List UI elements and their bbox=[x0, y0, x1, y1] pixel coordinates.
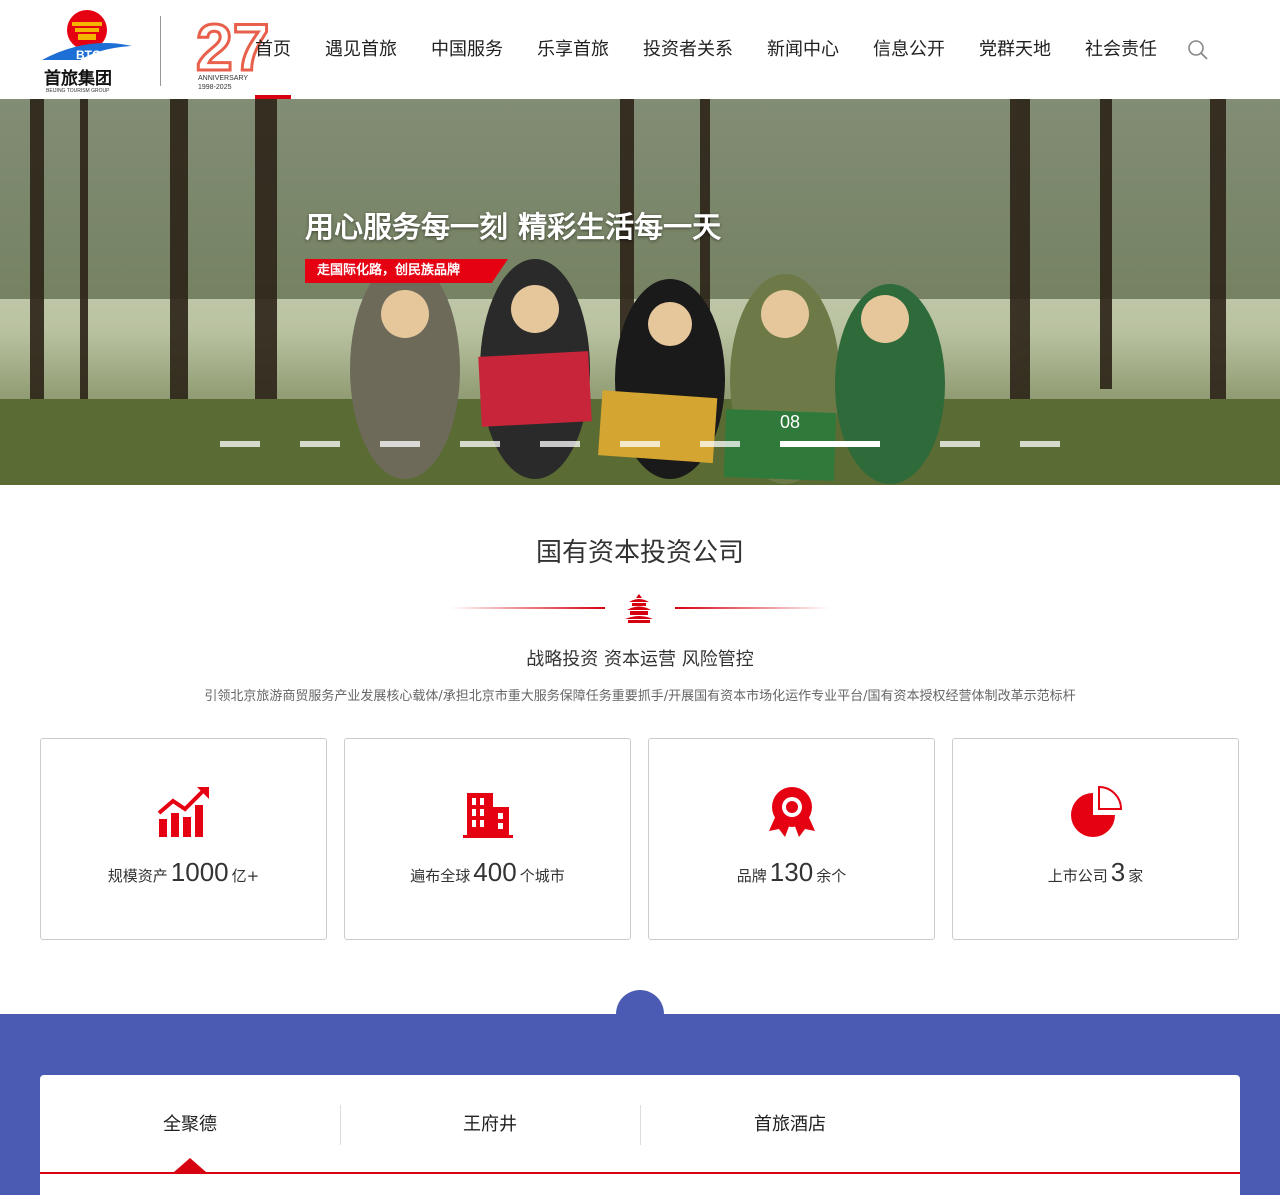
banner-tag: 走国际化路，创民族品牌 bbox=[305, 259, 508, 283]
temple-icon bbox=[623, 592, 655, 624]
stat-value: 1000 bbox=[170, 857, 229, 887]
tab-quanjude[interactable]: 全聚德 bbox=[40, 1105, 340, 1145]
growth-chart-icon bbox=[157, 785, 211, 839]
stat-value: 400 bbox=[473, 857, 517, 887]
stat-prefix: 遍布全球 bbox=[410, 867, 471, 885]
carousel-dot[interactable] bbox=[940, 441, 980, 447]
carousel-dot-active[interactable] bbox=[780, 441, 880, 447]
nav-meet-btg[interactable]: 遇见首旅 bbox=[325, 0, 397, 99]
nav-news-center[interactable]: 新闻中心 bbox=[767, 0, 839, 99]
nav-disclosure[interactable]: 信息公开 bbox=[873, 0, 945, 99]
stat-suffix: 亿+ bbox=[231, 867, 260, 885]
logo-sub: BEIJING TOURISM GROUP bbox=[46, 88, 110, 94]
nav-investor-relations[interactable]: 投资者关系 bbox=[643, 0, 733, 99]
stat-card-cities: 遍布全球 400 个城市 bbox=[344, 738, 631, 940]
title-divider-left bbox=[450, 607, 605, 609]
hero-banner[interactable]: 用心服务每一刻 精彩生活每一天 走国际化路，创民族品牌 08 bbox=[0, 99, 1280, 485]
carousel-dot[interactable] bbox=[620, 441, 660, 447]
anniversary-label: ANNIVERSARY bbox=[198, 75, 249, 82]
pie-chart-icon bbox=[1069, 785, 1123, 839]
stat-card-listed: 上市公司 3 家 bbox=[952, 738, 1239, 940]
search-icon[interactable] bbox=[1187, 39, 1209, 61]
building-icon bbox=[461, 785, 515, 839]
banner-photo bbox=[0, 99, 1280, 485]
banner-headline: 用心服务每一刻 精彩生活每一天 bbox=[305, 210, 722, 244]
award-ribbon-icon bbox=[765, 785, 819, 839]
btg-logo[interactable]: BTG 首旅集团 BEIJING TOURISM GROUP bbox=[40, 8, 135, 94]
stat-prefix: 规模资产 bbox=[107, 867, 168, 885]
main-nav: 首页 遇见首旅 中国服务 乐享首旅 投资者关系 新闻中心 信息公开 党群天地 社… bbox=[255, 0, 1191, 99]
title-divider-right bbox=[675, 607, 830, 609]
section-title: 国有资本投资公司 bbox=[535, 538, 744, 568]
stat-suffix: 余个 bbox=[816, 867, 847, 885]
carousel-dot[interactable] bbox=[700, 441, 740, 447]
nav-party-community[interactable]: 党群天地 bbox=[979, 0, 1051, 99]
carousel-dot[interactable] bbox=[380, 441, 420, 447]
tab-btg-hotels[interactable]: 首旅酒店 bbox=[640, 1105, 940, 1145]
carousel-dot[interactable] bbox=[220, 441, 260, 447]
stat-suffix: 个城市 bbox=[519, 867, 565, 885]
nav-enjoy-btg[interactable]: 乐享首旅 bbox=[537, 0, 609, 99]
section-description: 引领北京旅游商贸服务产业发展核心载体/承担北京市重大服务保障任务重要抓手/开展国… bbox=[204, 689, 1076, 704]
nav-home[interactable]: 首页 bbox=[255, 0, 291, 99]
section-subtitle: 战略投资 资本运营 风险管控 bbox=[526, 649, 754, 670]
carousel-dots bbox=[220, 441, 1060, 449]
tabs-underline bbox=[40, 1172, 1240, 1174]
stat-value: 130 bbox=[769, 857, 814, 887]
nav-china-service[interactable]: 中国服务 bbox=[431, 0, 503, 99]
stat-suffix: 家 bbox=[1128, 867, 1144, 885]
logo-badge: BTG bbox=[76, 48, 101, 62]
logo-name: 首旅集团 bbox=[44, 68, 112, 89]
anniversary-years: 1998-2025 bbox=[198, 84, 232, 91]
stat-value: 3 bbox=[1110, 857, 1126, 887]
stat-prefix: 上市公司 bbox=[1047, 867, 1108, 885]
site-header: BTG 首旅集团 BEIJING TOURISM GROUP 27 ANNIVE… bbox=[0, 0, 1280, 99]
nav-social-responsibility[interactable]: 社会责任 bbox=[1085, 0, 1157, 99]
carousel-dot[interactable] bbox=[1020, 441, 1060, 447]
stat-card-assets: 规模资产 1000 亿+ bbox=[40, 738, 327, 940]
stat-prefix: 品牌 bbox=[736, 867, 767, 885]
carousel-dot[interactable] bbox=[540, 441, 580, 447]
brands-tabs-panel: 全聚德 王府井 首旅酒店 bbox=[40, 1075, 1240, 1195]
logo-divider bbox=[160, 16, 161, 86]
stat-card-brands: 品牌 130 余个 bbox=[648, 738, 935, 940]
tab-wangfujing[interactable]: 王府井 bbox=[340, 1105, 640, 1145]
carousel-dot[interactable] bbox=[460, 441, 500, 447]
active-tab-caret bbox=[174, 1158, 206, 1172]
carousel-dot[interactable] bbox=[300, 441, 340, 447]
slide-number: 08 bbox=[780, 412, 801, 432]
